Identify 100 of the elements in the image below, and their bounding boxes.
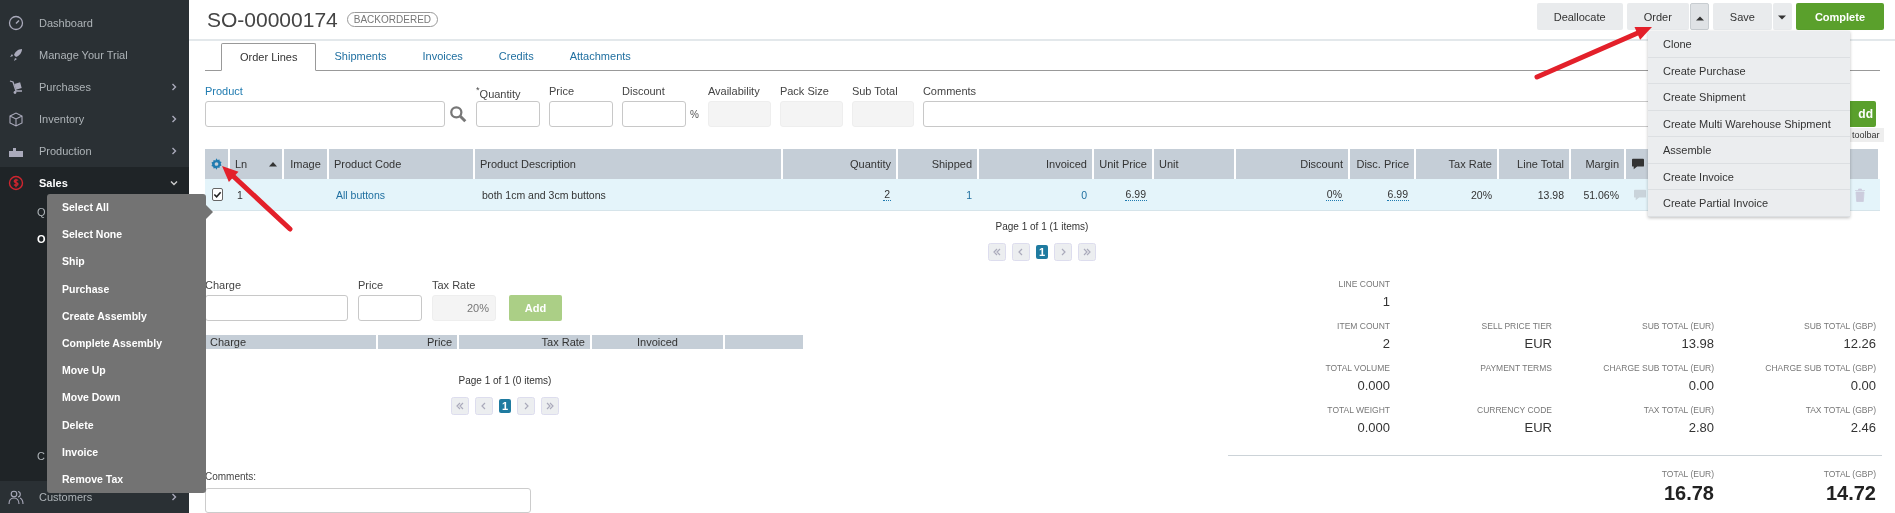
summary-value: 12.26 [1843,336,1876,351]
dropdown-toggle[interactable] [1689,3,1709,30]
sidebar-item[interactable]: Sales [39,177,68,189]
column-header[interactable]: Price [426,335,452,348]
summary-label: TOTAL VOLUME [1325,363,1390,373]
sort-up-icon[interactable] [269,161,277,167]
box-icon [8,111,24,127]
column-header[interactable]: Line Total [1517,158,1564,170]
menu-item[interactable]: Complete Assembly [47,329,206,358]
input-field[interactable] [622,101,686,127]
column-header[interactable]: Product Code [334,158,402,170]
tab[interactable]: Credits [480,43,552,71]
sidebar-item[interactable]: Purchases [39,81,91,93]
input-field[interactable] [476,101,540,127]
field-label: Availability [707,85,760,98]
input-field[interactable] [205,295,348,321]
editable-cell[interactable]: 6.99 [1386,188,1409,201]
editable-cell[interactable]: 0% [1325,188,1343,201]
last-page-icon[interactable] [1078,243,1097,261]
sidebar-item[interactable]: Inventory [39,113,85,125]
menu-item[interactable]: Move Down [47,384,206,412]
editable-cell[interactable]: 6.99 [1124,188,1147,201]
summary-label: TAX TOTAL (EUR) [1643,405,1714,415]
tab[interactable]: Invoices [404,43,481,71]
column-header[interactable]: Image [290,158,321,170]
deallocate-button[interactable]: Deallocate [1536,3,1623,30]
menu-item[interactable]: Purchase [47,275,206,303]
menu-item[interactable]: Ship [47,248,206,276]
table-cell: both 1cm and 3cm buttons [482,188,606,201]
column-header[interactable]: Disc. Price [1356,158,1409,170]
sidebar-item[interactable]: Production [39,145,92,157]
previous-page-icon[interactable] [474,396,493,415]
menu-item[interactable]: Move Up [47,357,206,385]
column-header[interactable]: Tax Rate [1448,158,1492,170]
total-label: TOTAL (EUR) [1661,469,1714,479]
menu-item[interactable]: Invoice [47,438,206,466]
column-header[interactable]: Unit Price [1099,158,1147,170]
column-header[interactable]: Tax Rate [541,335,585,348]
column-header[interactable]: Invoiced [1046,158,1087,170]
tab[interactable]: Attachments [551,43,649,71]
previous-page-icon[interactable] [1011,243,1030,261]
split-button[interactable]: Save [1712,3,1772,30]
column-header[interactable]: Quantity [850,158,891,170]
menu-item[interactable]: Create Partial Invoice [1648,190,1850,217]
input-field[interactable] [205,101,445,127]
menu-item[interactable]: Create Purchase [1648,57,1850,84]
column-header[interactable]: Invoiced [637,335,678,348]
split-button[interactable]: Order [1626,3,1689,30]
menu-item[interactable]: Select None [47,221,206,249]
last-page-icon[interactable] [541,396,560,415]
column-header[interactable]: Charge [210,335,247,348]
tab[interactable]: Shipments [316,43,405,71]
menu-item[interactable]: Create Assembly [47,302,206,330]
editable-cell[interactable]: 2 [883,188,891,201]
next-page-icon[interactable] [1054,243,1073,261]
sidebar-item[interactable]: Customers [39,491,93,503]
menu-item[interactable]: Select All [47,194,206,222]
product-link[interactable]: All buttons [336,188,386,201]
sidebar-item[interactable]: Dashboard [39,17,93,29]
menu-item[interactable]: Create Invoice [1648,163,1850,190]
column-header[interactable]: Product Description [480,158,576,170]
table-cell: 0 [1081,188,1087,201]
rocket-icon [8,47,24,63]
menu-item[interactable]: Create Shipment [1648,84,1850,111]
tab[interactable]: Order Lines [221,43,317,71]
input-field[interactable] [549,101,613,127]
menu-item[interactable]: Clone [1648,31,1850,58]
table-cell: 1 [966,188,972,201]
summary-label: SUB TOTAL (GBP) [1804,321,1876,331]
tooltip: toolbar [1850,128,1884,142]
input-field[interactable] [358,295,422,321]
column-header[interactable]: Unit [1159,158,1179,170]
first-page-icon[interactable] [450,396,469,415]
comment-icon[interactable] [1633,188,1647,201]
summary-value: 2.46 [1850,420,1876,435]
dropdown-toggle[interactable] [1772,3,1792,30]
field-label: Price [358,279,384,292]
column-header[interactable]: Shipped [931,158,972,170]
column-header[interactable]: Discount [1300,158,1343,170]
column-header[interactable]: Ln [235,158,248,170]
summary-label: CURRENCY CODE [1477,405,1552,415]
first-page-icon[interactable] [987,243,1006,261]
comments-field[interactable] [205,487,531,513]
next-page-icon[interactable] [517,396,536,415]
settings-icon[interactable] [210,157,223,171]
menu-item[interactable]: Create Multi Warehouse Shipment [1648,110,1850,137]
search-icon[interactable] [449,105,467,123]
menu-item[interactable]: Assemble [1648,137,1850,164]
menu-item[interactable]: Delete [47,411,206,439]
menu-item[interactable]: Remove Tax [47,465,206,494]
current-page[interactable]: 1 [1035,245,1049,259]
trash-icon[interactable] [1854,187,1866,202]
summary-label: PAYMENT TERMS [1480,363,1552,373]
column-header[interactable]: Margin [1585,158,1619,170]
checkbox[interactable] [212,188,223,201]
summary-value: EUR [1524,420,1552,435]
current-page[interactable]: 1 [498,398,512,413]
gauge-icon [8,15,24,31]
sidebar-item[interactable]: Manage Your Trial [39,49,128,61]
total-value: 16.78 [1663,482,1714,505]
